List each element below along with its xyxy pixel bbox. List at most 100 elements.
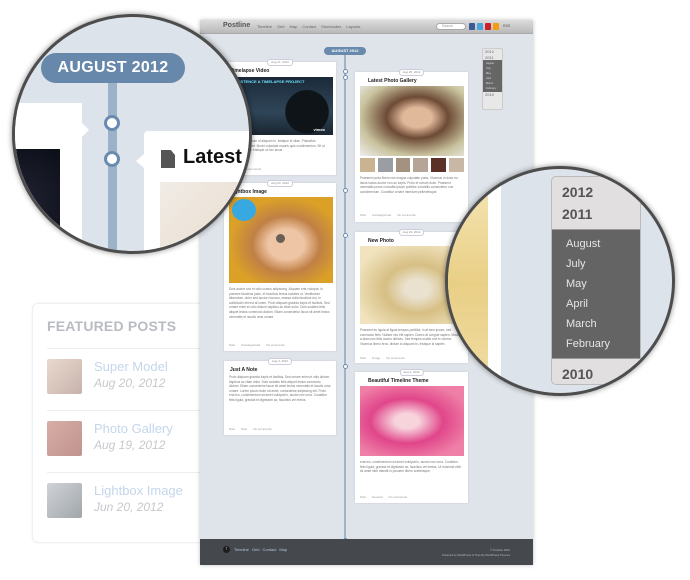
card-pointer [82,123,89,137]
header-bar: Postline Timeline Grid Map Contact Short… [200,20,533,34]
post-author[interactable]: Nick [360,213,366,217]
post-category[interactable]: Note [241,427,247,431]
post-meta: Nick Note No comments [229,427,272,431]
nav-contact[interactable]: Contact [302,24,316,29]
post-title[interactable]: Just A Note [230,367,257,373]
post-author[interactable]: Nick [360,356,366,360]
zoomed-photo-edge [448,169,488,393]
gallery-thumb[interactable] [360,158,375,172]
post-meta: Nick Uncategorized No comments [360,213,416,217]
video-caption: EXISTENCE A TIMELAPSE PROJECT [234,79,305,84]
post-title[interactable]: Beautiful Timeline Theme [368,378,428,384]
featured-item[interactable]: Photo Gallery Aug 19, 2012 [47,410,207,470]
search-input[interactable]: Search [436,23,466,30]
zoomed-month-label: AUGUST 2012 [41,53,185,83]
theme-image[interactable] [360,386,464,456]
featured-date: Jun 20, 2012 [94,500,164,514]
archive-year[interactable]: 2012 [552,181,640,203]
post-category[interactable]: General [372,495,383,499]
post-excerpt: Proin aliquam gravida turpis et facilisi… [229,375,331,402]
twitter-icon[interactable] [477,23,483,30]
featured-thumbnail[interactable] [47,359,82,394]
post-date: Aug 3, 2012 [267,358,293,365]
nav-grid[interactable]: Grid [277,24,285,29]
timeline-node [342,188,348,193]
gallery-thumb[interactable] [413,158,429,172]
post-category[interactable]: Uncategorized [241,343,260,347]
post-comments[interactable]: No comments [397,213,416,217]
post-category[interactable]: Uncategorized [372,213,391,217]
post-author[interactable]: Nick [360,495,366,499]
rss-icon[interactable] [493,23,499,30]
post-meta: Nick Uncategorized No comments [229,343,285,347]
footer-credits: © Postline 2012 Powered by WordPress & T… [442,548,510,558]
vimeo-logo: vimeo [313,127,325,132]
featured-item[interactable]: Super Model Aug 20, 2012 [47,348,207,408]
timeline-node [342,75,348,80]
archive-nav-large: 2012 2011 August July May April March Fe… [551,176,641,385]
pinterest-icon[interactable] [485,23,491,30]
featured-title[interactable]: Super Model [94,359,168,374]
main-nav: Timeline Grid Map Contact Shortcodes Lay… [257,24,360,29]
post-excerpt: Duis auctor orci et odio cursus adipisci… [229,287,330,319]
nav-shortcodes[interactable]: Shortcodes [321,24,341,29]
post-comments[interactable]: No comments [386,356,405,360]
featured-thumbnail[interactable] [47,483,82,518]
post-category[interactable]: Image [372,356,380,360]
promo-canvas: FEATURED POSTS Super Model Aug 20, 2012 … [0,0,690,580]
post-author[interactable]: Nick [229,343,235,347]
month-label: AUGUST 2012 [324,47,366,55]
archive-year[interactable]: 2010 [483,92,502,98]
featured-title[interactable]: Photo Gallery [94,421,173,436]
post-comments[interactable]: No comments [253,427,272,431]
gallery-thumb[interactable] [431,158,447,172]
footer-nav-timeline[interactable]: Timeline [234,547,249,552]
gallery-thumb[interactable] [377,158,393,172]
featured-item[interactable]: Lightbox Image Jun 20, 2012 [47,472,207,532]
archive-month[interactable]: February [483,86,502,91]
card-pointer [136,154,144,168]
post-title[interactable]: New Photo [368,238,394,244]
rss-label[interactable]: RSS [503,24,510,28]
nav-timeline[interactable]: Timeline [257,24,272,29]
post-title[interactable]: Latest Photo Gallery [368,78,417,84]
featured-title[interactable]: Lightbox Image [94,483,183,498]
gallery-main-image[interactable] [360,86,464,156]
gallery-thumb[interactable] [395,158,411,172]
document-icon [161,150,175,168]
featured-thumbnail[interactable] [47,421,82,456]
archive-months: August July May April March February [483,60,502,92]
featured-date: Aug 19, 2012 [94,438,166,452]
post-comments[interactable]: No comments [266,343,285,347]
post-meta: Nick General No comments [360,495,407,499]
timeline-node [342,69,348,74]
archive-month[interactable]: February [552,334,640,354]
post-date: Aug 25, 2012 [398,69,425,76]
facebook-icon[interactable] [469,23,475,30]
footer-nav-grid[interactable]: Grid [252,547,260,552]
post-author[interactable]: Nick [229,427,235,431]
footer-nav: Timeline Grid Contact Map [234,547,287,552]
archive-months: August July May April March February [552,229,640,359]
archive-nav-small: 2012 2011 August July May April March Fe… [482,48,503,110]
magnifier-timeline: AUGUST 2012 Latest P [12,14,252,254]
timeline-spine [344,55,346,543]
archive-month[interactable]: April [552,294,640,314]
archive-month[interactable]: March [552,314,640,334]
nav-map[interactable]: Map [290,24,298,29]
timeline-node [342,233,348,238]
back-to-top-icon[interactable]: ↑ [223,546,230,553]
post-comments[interactable]: No comments [389,495,408,499]
archive-year[interactable]: 2011 [552,203,640,225]
nav-layouts[interactable]: Layouts [346,24,360,29]
archive-year[interactable]: 2010 [552,363,640,384]
site-logo[interactable]: Postline [223,22,250,29]
archive-month[interactable]: July [552,254,640,274]
archive-month[interactable]: August [552,234,640,254]
archive-month[interactable]: May [552,274,640,294]
footer-nav-contact[interactable]: Contact [263,547,277,552]
post-meta: Nick Image No comments [360,356,405,360]
post-date: Aug 24, 2012 [267,180,293,187]
footer-nav-map[interactable]: Map [279,547,287,552]
zoom-icon[interactable] [276,234,285,243]
